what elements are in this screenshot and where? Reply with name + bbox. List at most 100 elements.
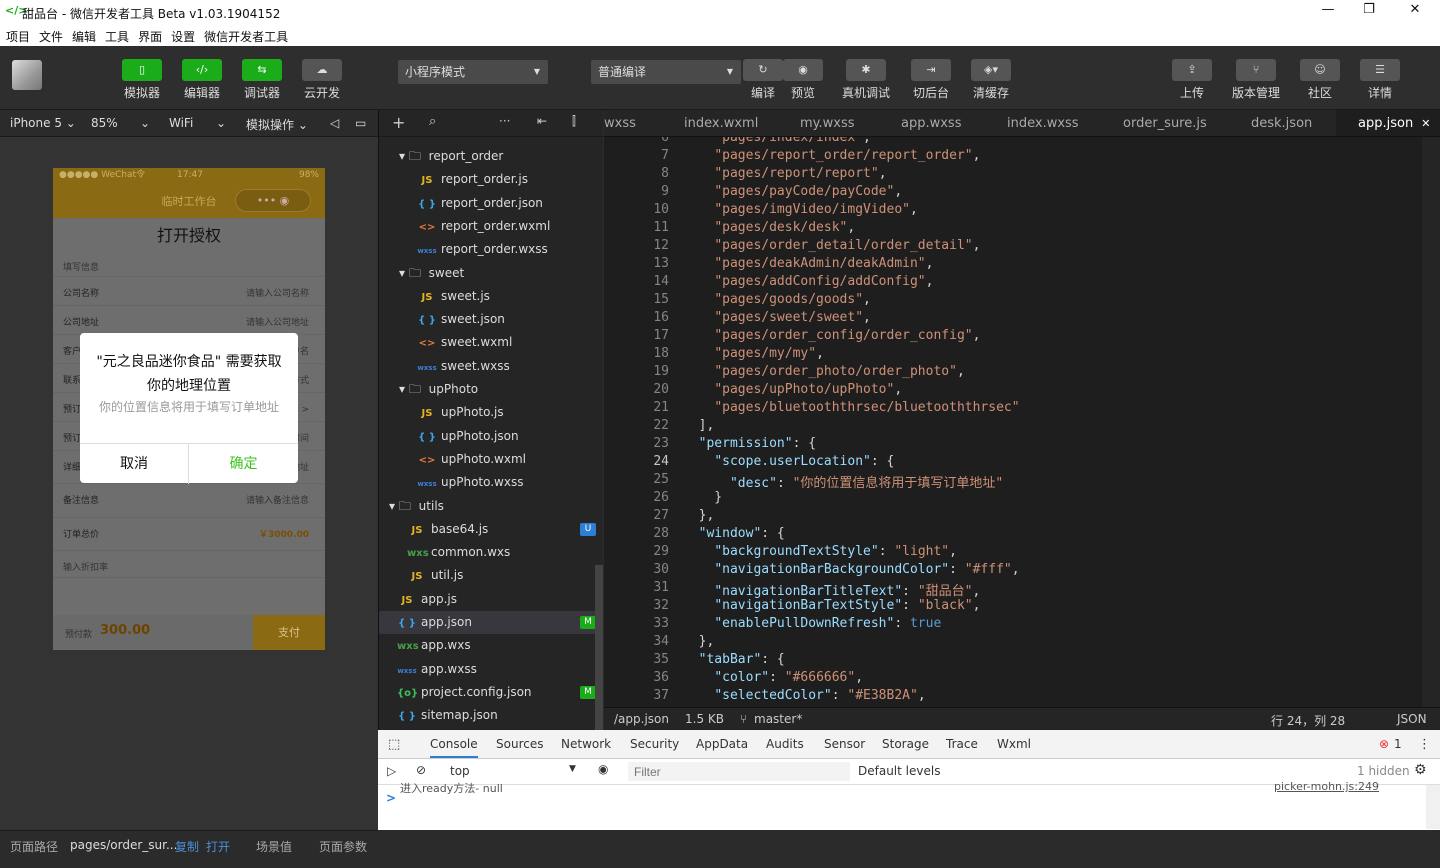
console-scrollbar[interactable] [1426,785,1440,829]
file-item[interactable]: { } upPhoto.json [379,425,596,448]
devtools-tab-storage[interactable]: Storage [882,737,929,751]
code-line[interactable]: "navigationBarTitleText": "甜品台", [683,580,980,599]
devtools-tab-network[interactable]: Network [561,737,611,751]
file-item[interactable]: JS sweet.js [379,285,596,308]
add-icon[interactable]: + [392,113,405,132]
preview-button[interactable]: ◉ 预览 [782,59,824,107]
code-line[interactable]: "pages/report_order/report_order", [683,148,980,163]
filter-input[interactable] [628,762,850,781]
code-line[interactable]: "pages/bluetooththrsec/bluetooththrsec" [683,400,1019,415]
menu-tools[interactable]: 工具 [99,24,132,45]
file-item[interactable]: JS app.js [379,588,596,611]
devtools-tab-security[interactable]: Security [630,737,679,751]
code-line[interactable]: "pages/order_photo/order_photo", [683,364,964,379]
form-row[interactable]: 公司名称 请输入公司名称 [53,277,325,306]
file-item[interactable]: { } sitemap.json [379,704,596,727]
code-line[interactable]: "tabBar": { [683,652,785,667]
page-params-button[interactable]: 页面参数 [319,838,367,855]
devtools-tab-appdata[interactable]: AppData [696,737,748,751]
code-line[interactable]: "pages/imgVideo/imgVideo", [683,202,918,217]
row-input[interactable]: 请输入公司名称 [246,286,309,299]
code-line[interactable]: "enablePullDownRefresh": true [683,616,941,631]
folder-item[interactable]: ▾ 🗀 report_order [379,145,596,168]
editor-tab[interactable]: index.wxss [1007,110,1079,136]
editor-tab[interactable]: desk.json [1251,110,1312,136]
details-button[interactable]: ☰ 详情 [1359,59,1401,107]
version-button[interactable]: ⑂ 版本管理 [1232,59,1280,107]
background-button[interactable]: ⇥ 切后台 [910,59,952,107]
code-line[interactable]: "color": "#666666", [683,670,863,685]
code-line[interactable]: "navigationBarBackgroundColor": "#fff", [683,562,1019,577]
file-item[interactable]: JS report_order.js [379,168,596,191]
file-item[interactable]: wxss app.wxss [379,658,596,681]
block-icon[interactable]: ⊘ [416,763,426,777]
folder-item[interactable]: ▾ 🗀 sweet [379,262,596,285]
open-link[interactable]: 打开 [206,838,230,855]
confirm-button[interactable]: 确定 [189,444,298,484]
file-item[interactable]: {o} project.config.json M [379,681,596,704]
file-item[interactable]: wxs common.wxs [379,541,596,564]
code-line[interactable]: "selectedColor": "#E38B2A", [683,688,925,703]
code-line[interactable]: "pages/payCode/payCode", [683,184,902,199]
eye-icon[interactable]: ◉ [598,762,608,776]
code-line[interactable]: "pages/sweet/sweet", [683,310,871,325]
file-item[interactable]: <> sweet.wxml [379,331,596,354]
maximize-button[interactable]: ❐ [1349,2,1389,22]
compile-mode-select[interactable]: 普通编译 ▼ [591,60,741,84]
editor-button[interactable]: ‹/› 编辑器 [181,59,223,107]
devtools-tab-audits[interactable]: Audits [766,737,804,751]
devtools-tab-sensor[interactable]: Sensor [824,737,865,751]
menu-project[interactable]: 项目 [0,24,33,45]
operation-select[interactable]: 模拟操作 ⌄ [246,116,308,133]
pay-button[interactable]: 支付 [253,615,325,650]
file-item[interactable]: <> report_order.wxml [379,215,596,238]
upload-button[interactable]: ⇪ 上传 [1171,59,1213,107]
code-line[interactable]: ], [683,418,715,433]
file-item[interactable]: { } sweet.json [379,308,596,331]
minimize-button[interactable]: — [1308,2,1348,22]
discount-row[interactable]: 输入折扣率 [53,551,325,578]
copy-link[interactable]: 复制 [175,838,199,855]
log-source-link[interactable]: picker-mohn.js:249 [1274,780,1379,793]
clear-cache-button[interactable]: ◈▾ 清缓存 [970,59,1012,107]
folder-item[interactable]: ▾ 🗀 utils [379,495,596,518]
editor-scrollbar[interactable] [1422,137,1440,707]
code-line[interactable]: "window": { [683,526,785,541]
capsule-button[interactable]: ••• ◉ [235,189,311,212]
remote-debug-button[interactable]: ✱ 真机调试 [842,59,890,107]
code-area[interactable]: 6 "pages/index/index", 7 "pages/report_or… [604,137,1424,707]
collapse-icon[interactable]: ⇤ [537,114,547,128]
code-line[interactable]: "pages/desk/desk", [683,220,855,235]
code-line[interactable]: "permission": { [683,436,816,451]
folder-item[interactable]: ▾ 🗀 upPhoto [379,378,596,401]
code-line[interactable]: "pages/index/index", [683,137,871,145]
code-line[interactable]: "pages/deakAdmin/deakAdmin", [683,256,933,271]
status-branch[interactable]: master* [754,712,802,726]
menu-settings[interactable]: 设置 [165,24,198,45]
file-item[interactable]: wxss report_order.wxss [379,238,596,261]
editor-tab[interactable]: order_sure.js [1123,110,1207,136]
file-item[interactable]: wxss upPhoto.wxss [379,471,596,494]
code-line[interactable]: "scope.userLocation": { [683,454,894,469]
file-item[interactable]: wxss sweet.wxss [379,355,596,378]
code-line[interactable]: "pages/upPhoto/upPhoto", [683,382,902,397]
volume-icon[interactable]: ◁ [330,116,339,130]
search-icon[interactable]: ⌕ [429,114,436,129]
code-line[interactable]: }, [683,508,715,523]
window-icon[interactable]: ▭ [355,116,366,130]
tree-scrollbar[interactable] [595,565,603,730]
row-input[interactable]: 请输入公司地址 [246,315,309,328]
devtools-tab-console[interactable]: Console [430,737,478,758]
community-button[interactable]: ☺ 社区 [1299,59,1341,107]
more-icon[interactable]: ··· [499,114,510,128]
file-item[interactable]: <> upPhoto.wxml [379,448,596,471]
file-item[interactable]: JS util.js [379,564,596,587]
form-row[interactable]: 公司地址 请输入公司地址 [53,306,325,335]
scene-button[interactable]: 场景值 [256,838,292,855]
editor-tab[interactable]: wxss [604,110,636,136]
code-line[interactable]: "desc": "你的位置信息将用于填写订单地址" [683,472,1003,491]
form-row[interactable]: 备注信息 请输入备注信息 [53,484,325,518]
menu-file[interactable]: 文件 [33,24,66,45]
status-language[interactable]: JSON [1397,712,1427,726]
close-tab-icon[interactable]: ✕ [1421,117,1430,130]
